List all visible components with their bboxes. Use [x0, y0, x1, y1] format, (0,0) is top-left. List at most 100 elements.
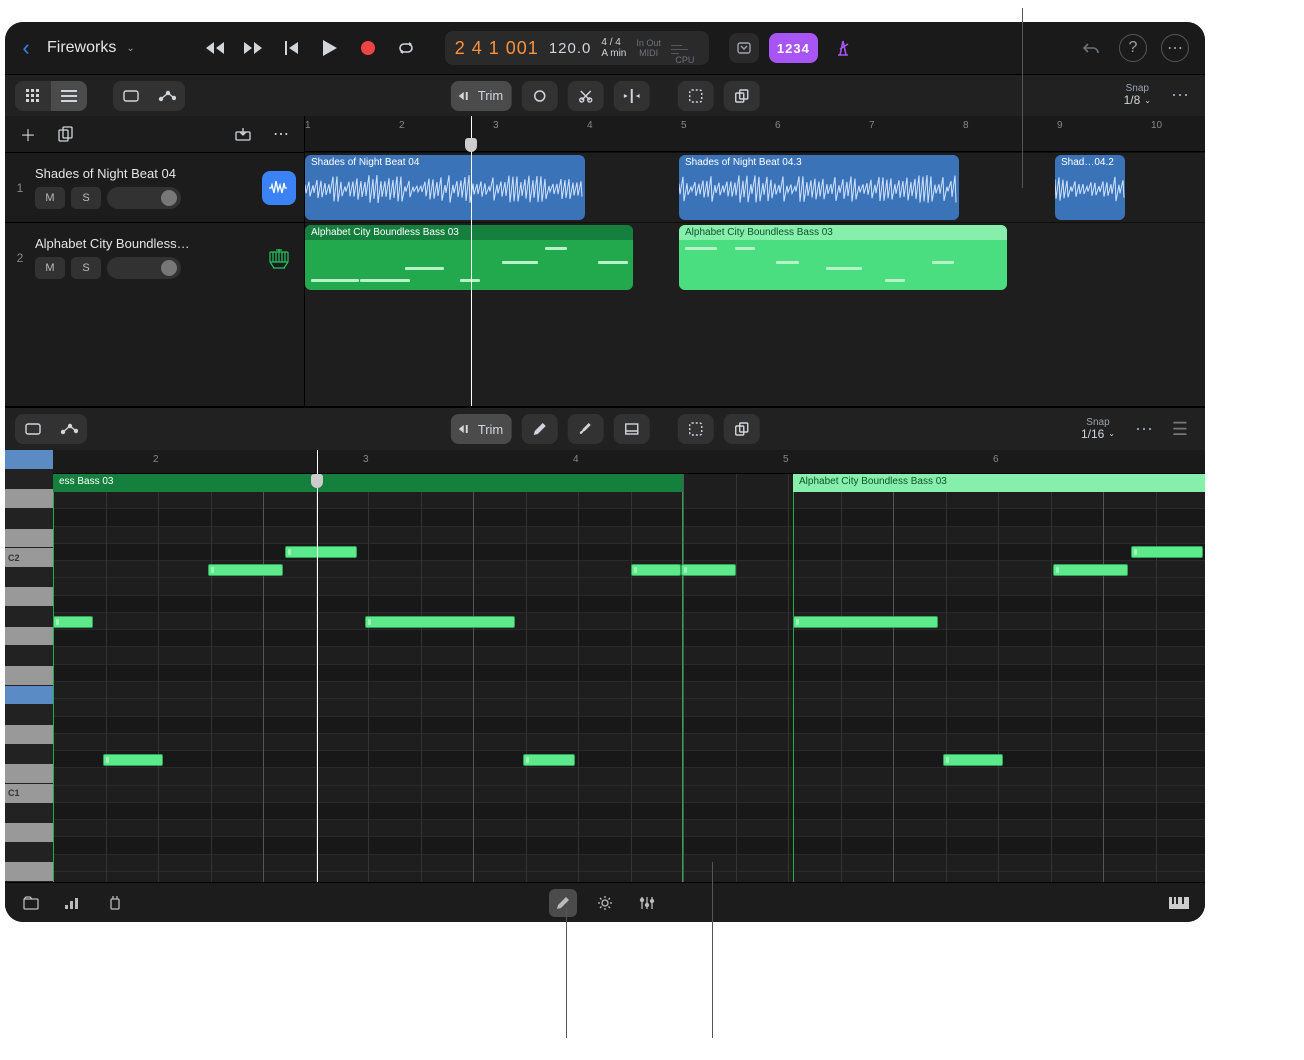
piano-key[interactable] — [5, 568, 53, 588]
plugin-button[interactable] — [101, 889, 129, 917]
piano-key[interactable] — [5, 862, 53, 882]
piano-key[interactable] — [5, 745, 53, 765]
midi-note[interactable] — [53, 616, 93, 628]
library-button[interactable] — [17, 889, 45, 917]
mute-button[interactable]: M — [35, 187, 65, 209]
editor-list-button[interactable]: ☰ — [1165, 419, 1195, 440]
keyboard-button[interactable] — [1165, 889, 1193, 917]
trim-tool-button[interactable]: Trim — [451, 81, 512, 111]
sliders-button[interactable] — [633, 889, 661, 917]
editor-marquee-button[interactable] — [677, 414, 713, 444]
fast-forward-button[interactable] — [239, 33, 269, 63]
midi-note[interactable] — [523, 754, 575, 766]
view-automation-button[interactable] — [149, 81, 185, 111]
add-track-button[interactable]: ＋ — [15, 121, 41, 147]
view-tracks-button[interactable] — [51, 81, 87, 111]
tuner-button[interactable] — [729, 33, 759, 63]
midi-note[interactable] — [1053, 564, 1128, 576]
editor-playhead[interactable] — [317, 450, 318, 882]
lcd-tempo[interactable]: 120.0 — [549, 40, 592, 57]
piano-key[interactable] — [5, 725, 53, 745]
solo-button[interactable]: S — [71, 257, 101, 279]
region[interactable]: Shades of Night Beat 04.3 — [679, 155, 959, 220]
midi-note[interactable] — [208, 564, 283, 576]
lcd-position[interactable]: 2 4 1 001 — [455, 38, 539, 59]
editor-snap-control[interactable]: Snap 1/16 ⌄ — [1081, 417, 1115, 441]
view-grid-button[interactable] — [15, 81, 51, 111]
region[interactable]: Alphabet City Boundless Bass 03 — [679, 225, 1007, 290]
back-button[interactable]: ‹ — [15, 35, 37, 61]
brightness-button[interactable] — [591, 889, 619, 917]
lcd-timesig[interactable]: 4 / 4 — [601, 38, 626, 48]
piano-key[interactable] — [5, 686, 53, 706]
project-title[interactable]: Fireworks — [47, 39, 116, 57]
piano-key[interactable] — [5, 587, 53, 607]
piano-key[interactable]: C2 — [5, 548, 53, 568]
piano-key[interactable] — [5, 607, 53, 627]
ruler[interactable]: 12345678910 — [305, 116, 1205, 152]
midi-note[interactable] — [793, 616, 938, 628]
scissors-tool-button[interactable] — [567, 81, 603, 111]
piano-key[interactable] — [5, 489, 53, 509]
pencil-tool-button[interactable] — [521, 414, 557, 444]
piano-key[interactable] — [5, 823, 53, 843]
solo-button[interactable]: S — [71, 187, 101, 209]
piano-key[interactable] — [5, 764, 53, 784]
count-in-button[interactable]: 1234 — [769, 33, 818, 63]
note-grid[interactable]: 23456 ess Bass 03 Alphabet City Boundless… — [53, 450, 1205, 882]
track-lane-2[interactable]: Alphabet City Boundless Bass 03 Alphabet … — [305, 222, 1205, 292]
velocity-tool-button[interactable] — [613, 414, 649, 444]
region[interactable]: Shad…04.2 — [1055, 155, 1125, 220]
loop-tool-button[interactable] — [521, 81, 557, 111]
piano-key[interactable] — [5, 705, 53, 725]
import-button[interactable] — [230, 121, 256, 147]
help-button[interactable]: ? — [1119, 34, 1147, 62]
brush-tool-button[interactable] — [567, 414, 603, 444]
mixer-button[interactable] — [59, 889, 87, 917]
timeline[interactable]: 12345678910 Shades of Night Beat 04Shade… — [305, 116, 1205, 406]
marquee-tool-button[interactable] — [677, 81, 713, 111]
editor-view-region-button[interactable] — [15, 414, 51, 444]
metronome-button[interactable] — [828, 33, 858, 63]
view-region-button[interactable] — [113, 81, 149, 111]
track-header-1[interactable]: 1 Shades of Night Beat 04 M S — [5, 152, 304, 222]
piano-key[interactable] — [5, 509, 53, 529]
undo-button[interactable] — [1077, 34, 1105, 62]
piano-key[interactable] — [5, 450, 53, 470]
snap-control[interactable]: Snap 1/8 ⌄ — [1124, 83, 1151, 107]
playhead[interactable] — [471, 116, 472, 406]
lcd-display[interactable]: 2 4 1 001 120.0 4 / 4 A min In Out MIDI … — [445, 31, 709, 65]
piano-key[interactable]: C1 — [5, 784, 53, 804]
volume-slider[interactable] — [107, 257, 181, 279]
editor-more-button[interactable]: ⋯ — [1129, 419, 1159, 440]
project-menu-chevron-icon[interactable]: ⌄ — [126, 43, 134, 54]
play-button[interactable] — [315, 33, 345, 63]
mute-button[interactable]: M — [35, 257, 65, 279]
midi-note[interactable] — [365, 616, 515, 628]
editor-region-header[interactable]: Alphabet City Boundless Bass 03 — [793, 474, 1205, 492]
midi-note[interactable] — [1131, 546, 1203, 558]
piano-key[interactable] — [5, 627, 53, 647]
editor-ruler[interactable]: 23456 — [53, 450, 1205, 474]
duplicate-track-button[interactable] — [53, 121, 79, 147]
piano-key[interactable] — [5, 529, 53, 549]
region[interactable]: Alphabet City Boundless Bass 03 — [305, 225, 633, 290]
midi-note[interactable] — [285, 546, 357, 558]
editor-view-automation-button[interactable] — [51, 414, 87, 444]
arrange-more-button[interactable]: ⋯ — [1165, 85, 1195, 106]
record-button[interactable] — [353, 33, 383, 63]
piano-keyboard[interactable]: C2 C1 — [5, 450, 53, 882]
region[interactable]: Shades of Night Beat 04 — [305, 155, 585, 220]
lcd-key[interactable]: A min — [601, 49, 626, 59]
track-header-more-button[interactable]: ⋯ — [268, 121, 294, 147]
editor-trim-tool-button[interactable]: Trim — [451, 414, 512, 444]
piano-key[interactable] — [5, 804, 53, 824]
piano-key[interactable] — [5, 843, 53, 863]
editor-copy-button[interactable] — [723, 414, 759, 444]
track-lane-1[interactable]: Shades of Night Beat 04 Shades of Night B… — [305, 152, 1205, 222]
editor-region-header[interactable]: ess Bass 03 — [53, 474, 683, 492]
piano-key[interactable] — [5, 470, 53, 490]
pencil-mode-button[interactable] — [549, 889, 577, 917]
copy-tool-button[interactable] — [723, 81, 759, 111]
midi-note[interactable] — [631, 564, 681, 576]
